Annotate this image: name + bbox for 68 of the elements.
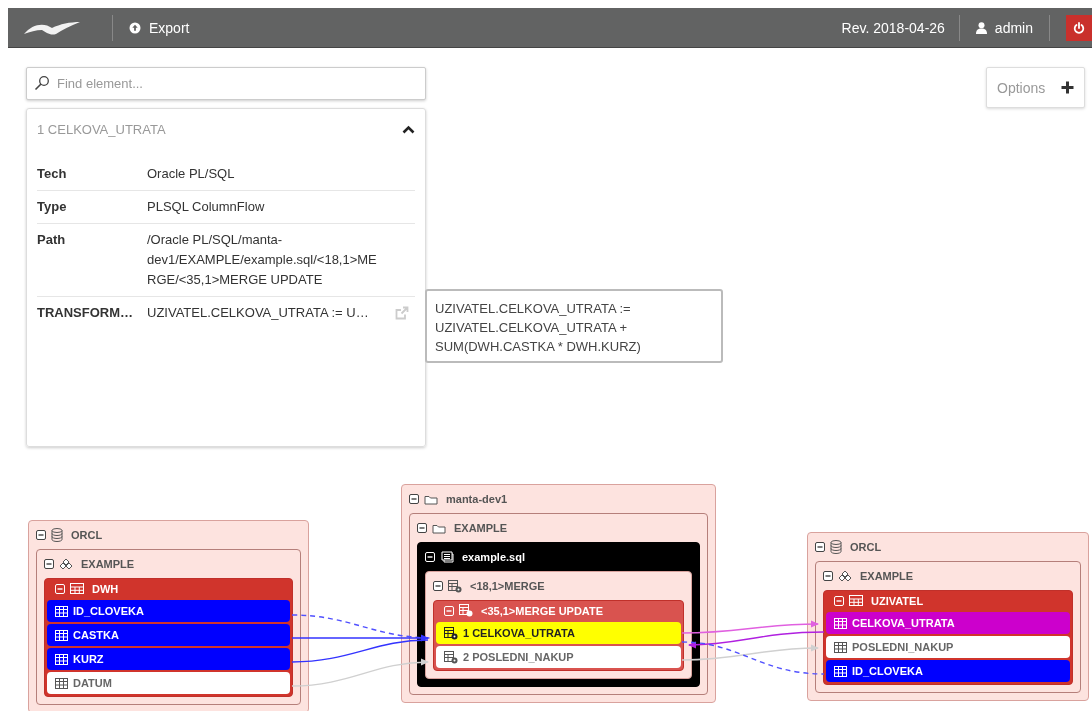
node-label: example.sql — [462, 551, 525, 563]
property-value: /Oracle PL/SQL/manta-dev1/EXAMPLE/example.sql/<18,1>MERGE/<35,1>MERGE UPDATE — [147, 231, 378, 289]
column-item[interactable]: CELKOVA_UTRATA — [826, 612, 1070, 634]
user-icon — [975, 21, 987, 34]
node-label: <35,1>MERGE UPDATE — [481, 604, 604, 617]
collapse-icon[interactable] — [409, 494, 419, 504]
diamonds-icon — [838, 569, 852, 583]
column-item[interactable]: KURZ — [47, 648, 290, 670]
collapse-icon[interactable] — [815, 542, 825, 552]
folder-icon — [432, 522, 446, 534]
collapse-icon[interactable] — [823, 571, 833, 581]
folder-icon — [424, 493, 438, 505]
table-icon — [70, 583, 84, 594]
node-label: EXAMPLE — [860, 570, 914, 582]
export-button[interactable]: Export — [125, 19, 194, 36]
logout-button[interactable] — [1066, 14, 1092, 41]
column-item[interactable]: ID_CLOVEKA — [47, 600, 290, 622]
property-label: Path — [37, 231, 67, 249]
node-label: <18,1>MERGE — [470, 580, 545, 592]
node-label: EXAMPLE — [81, 558, 135, 570]
database-icon — [51, 528, 63, 542]
power-icon — [1073, 21, 1085, 34]
panel-title: 1 CELKOVA_UTRATA — [37, 121, 166, 137]
collapse-icon[interactable] — [433, 581, 443, 591]
table-gear-icon — [448, 579, 462, 593]
column-icon — [55, 605, 68, 617]
node-label: DWH — [92, 582, 119, 595]
property-value: UZIVATEL.CELKOVA_UTRATA := U… — [147, 304, 370, 322]
column-icon — [55, 653, 68, 665]
property-label: Tech — [37, 165, 68, 183]
scroll-icon — [440, 551, 454, 563]
property-value: PLSQL ColumnFlow — [147, 198, 266, 216]
diamonds-icon — [59, 557, 73, 571]
node-label: manta-dev1 — [446, 493, 508, 505]
property-label: Type — [37, 198, 68, 216]
column-icon — [834, 665, 847, 677]
table-gear-icon — [459, 604, 473, 617]
table-icon — [849, 595, 863, 606]
collapse-icon[interactable] — [36, 530, 46, 540]
collapse-icon[interactable] — [417, 523, 427, 533]
property-value: Oracle PL/SQL — [147, 165, 236, 183]
upload-icon — [129, 21, 141, 34]
column-item[interactable]: DATUM — [47, 672, 290, 694]
table-gear-icon — [444, 626, 458, 640]
property-label: TRANSFORM… — [37, 304, 135, 322]
column-item[interactable]: 2 POSLEDNI_NAKUP — [436, 646, 681, 668]
column-icon — [834, 617, 847, 629]
node-label: ORCL — [71, 529, 103, 541]
node-label: UZIVATEL — [871, 594, 924, 607]
node-label: EXAMPLE — [454, 522, 508, 534]
plus-icon — [1061, 81, 1074, 94]
search-icon — [34, 75, 50, 91]
revision-label: Rev. 2018-04-26 — [841, 19, 946, 36]
column-icon — [55, 677, 68, 689]
expression-tooltip: UZIVATEL.CELKOVA_UTRATA := UZIVATEL.CELKOVA_UTRATA + SUM(DWH.CASTKA * DWH.KURZ) — [425, 289, 723, 363]
column-item[interactable]: POSLEDNI_NAKUP — [826, 636, 1070, 658]
search-field[interactable]: Find element... — [26, 67, 426, 100]
column-item[interactable]: ID_CLOVEKA — [826, 660, 1070, 682]
node-label: ORCL — [850, 541, 882, 553]
table-gear-icon — [444, 650, 458, 664]
collapse-icon[interactable] — [44, 559, 54, 569]
column-icon — [55, 629, 68, 641]
database-icon — [830, 540, 842, 554]
chevron-up-icon[interactable] — [402, 124, 415, 134]
column-icon — [834, 641, 847, 653]
column-item[interactable]: 1 CELKOVA_UTRATA — [436, 622, 681, 644]
column-item[interactable]: CASTKA — [47, 624, 290, 646]
user-button[interactable]: admin — [971, 19, 1037, 36]
